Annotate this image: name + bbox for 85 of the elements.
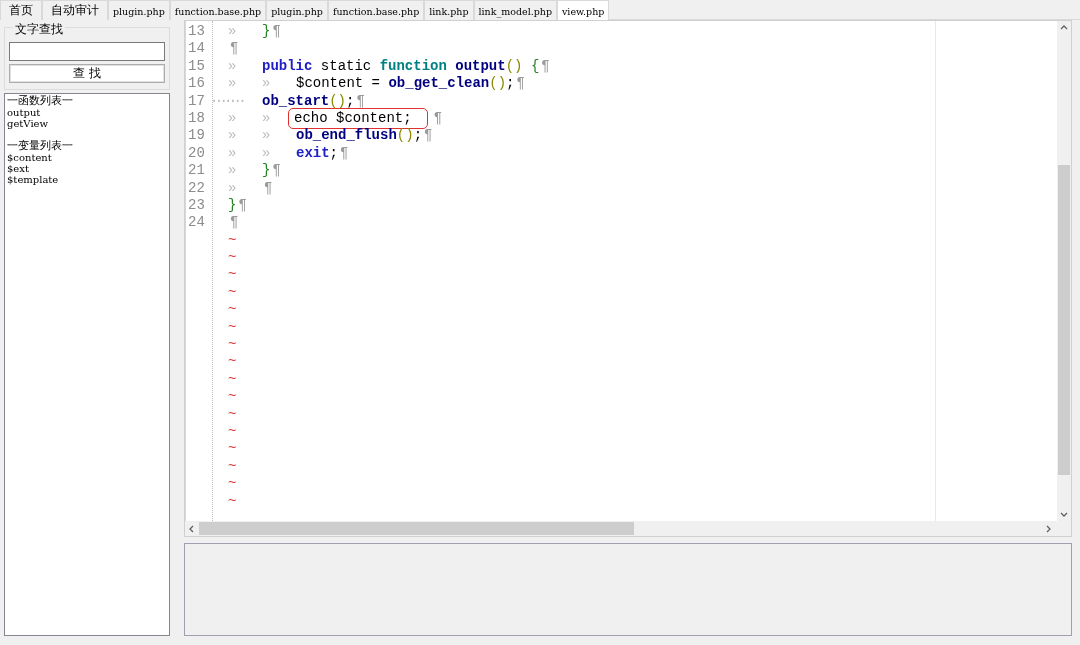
empty-line-marker: ~ (228, 231, 237, 248)
empty-line-marker: ~ (228, 405, 237, 422)
code-text: } (262, 23, 271, 41)
line-number: 23 (188, 196, 206, 215)
empty-line-marker: ~ (228, 353, 237, 370)
search-button[interactable]: 查 找 (9, 64, 165, 83)
line-number: 13 (188, 23, 206, 41)
tab[interactable]: link.php (424, 0, 474, 20)
indent-marker: » (228, 179, 238, 197)
outline-item[interactable]: $content (7, 152, 167, 163)
empty-line-marker: ~ (228, 423, 237, 439)
search-field[interactable] (9, 42, 165, 61)
paragraph-mark: ¶ (271, 23, 281, 41)
indent-marker: » (262, 127, 272, 145)
empty-line-marker: ~ (228, 440, 237, 457)
indent-marker: » (228, 127, 238, 145)
empty-line-marker: ~ (228, 249, 237, 266)
indent-marker: » (228, 144, 238, 163)
paragraph-mark: ¶ (515, 75, 525, 93)
code-text: echo $content; (290, 109, 426, 128)
section-title: 一变量列表一 (7, 140, 74, 152)
tab[interactable]: 自动审计 (42, 0, 108, 20)
horizontal-scrollbar[interactable] (185, 521, 1071, 536)
code-text: exit; (296, 144, 338, 163)
paragraph-mark: ¶ (229, 214, 239, 232)
code-text: } (228, 196, 237, 215)
line-number: 19 (188, 127, 206, 145)
indent-marker: » (228, 57, 238, 76)
code-text: $content = ob_get_clean(); (296, 75, 515, 93)
scrollbar-thumb[interactable] (1058, 165, 1070, 475)
paragraph-mark: ¶ (355, 92, 365, 110)
tab[interactable]: plugin.php (266, 0, 328, 20)
paragraph-mark: ¶ (271, 162, 281, 180)
paragraph-mark: ¶ (263, 179, 273, 197)
indent-marker: » (262, 144, 272, 163)
indent-marker: » (228, 109, 238, 128)
tab[interactable]: view.php (557, 0, 610, 21)
scrollbar-thumb[interactable] (199, 522, 634, 535)
line-number: 15 (188, 57, 206, 76)
tab[interactable]: link_model.php (473, 0, 557, 20)
empty-line-marker: ~ (228, 457, 237, 474)
empty-line-marker: ~ (228, 283, 237, 300)
empty-line-marker: ~ (228, 492, 237, 509)
tab[interactable]: function.base.php (327, 0, 425, 20)
paragraph-mark: ¶ (339, 144, 349, 163)
paragraph-mark: ¶ (237, 196, 247, 215)
paragraph-mark: ¶ (432, 109, 443, 128)
code-text: ob_start(); (262, 92, 355, 110)
line-number: 14 (188, 40, 206, 58)
indent-marker: » (262, 109, 272, 128)
indent-marker: » (262, 75, 272, 93)
section-title: 一函数列表一 (7, 95, 74, 107)
empty-line-marker: ~ (228, 266, 237, 283)
tab[interactable]: 首页 (0, 0, 42, 20)
indent-marker: » (228, 162, 238, 180)
line-number: 24 (188, 214, 206, 232)
outline-item[interactable]: output (7, 107, 167, 118)
empty-line-marker: ~ (228, 318, 237, 335)
line-number: 17 (188, 92, 206, 110)
line-number: 22 (188, 179, 206, 197)
indent-marker: ······· (213, 92, 245, 110)
indent-marker: » (228, 75, 238, 93)
empty-line-marker: ~ (228, 336, 237, 353)
line-number: 21 (188, 162, 206, 180)
empty-line-marker: ~ (228, 475, 237, 492)
line-number: 16 (188, 75, 206, 93)
tab[interactable]: function.base.php (169, 0, 267, 20)
line-number: 20 (188, 144, 206, 163)
paragraph-mark: ¶ (423, 127, 433, 145)
empty-line-marker: ~ (228, 370, 237, 387)
indent-marker: » (228, 23, 238, 41)
empty-line-marker: ~ (228, 301, 237, 318)
paragraph-mark: ¶ (540, 57, 550, 76)
vertical-scrollbar[interactable] (1057, 21, 1071, 521)
line-number: 18 (188, 109, 206, 128)
outline-item[interactable]: $ext (7, 163, 167, 174)
tab[interactable]: plugin.php (108, 0, 170, 20)
code-text: public static function output() { (262, 57, 540, 76)
group-title: 文字查找 (13, 20, 65, 38)
code-text: } (262, 162, 271, 180)
empty-line-marker: ~ (228, 388, 237, 405)
outline-item[interactable]: $template (7, 174, 167, 185)
paragraph-mark: ¶ (229, 40, 239, 58)
code-text: ob_end_flush(); (296, 127, 423, 145)
outline-item[interactable]: getView (7, 118, 167, 129)
